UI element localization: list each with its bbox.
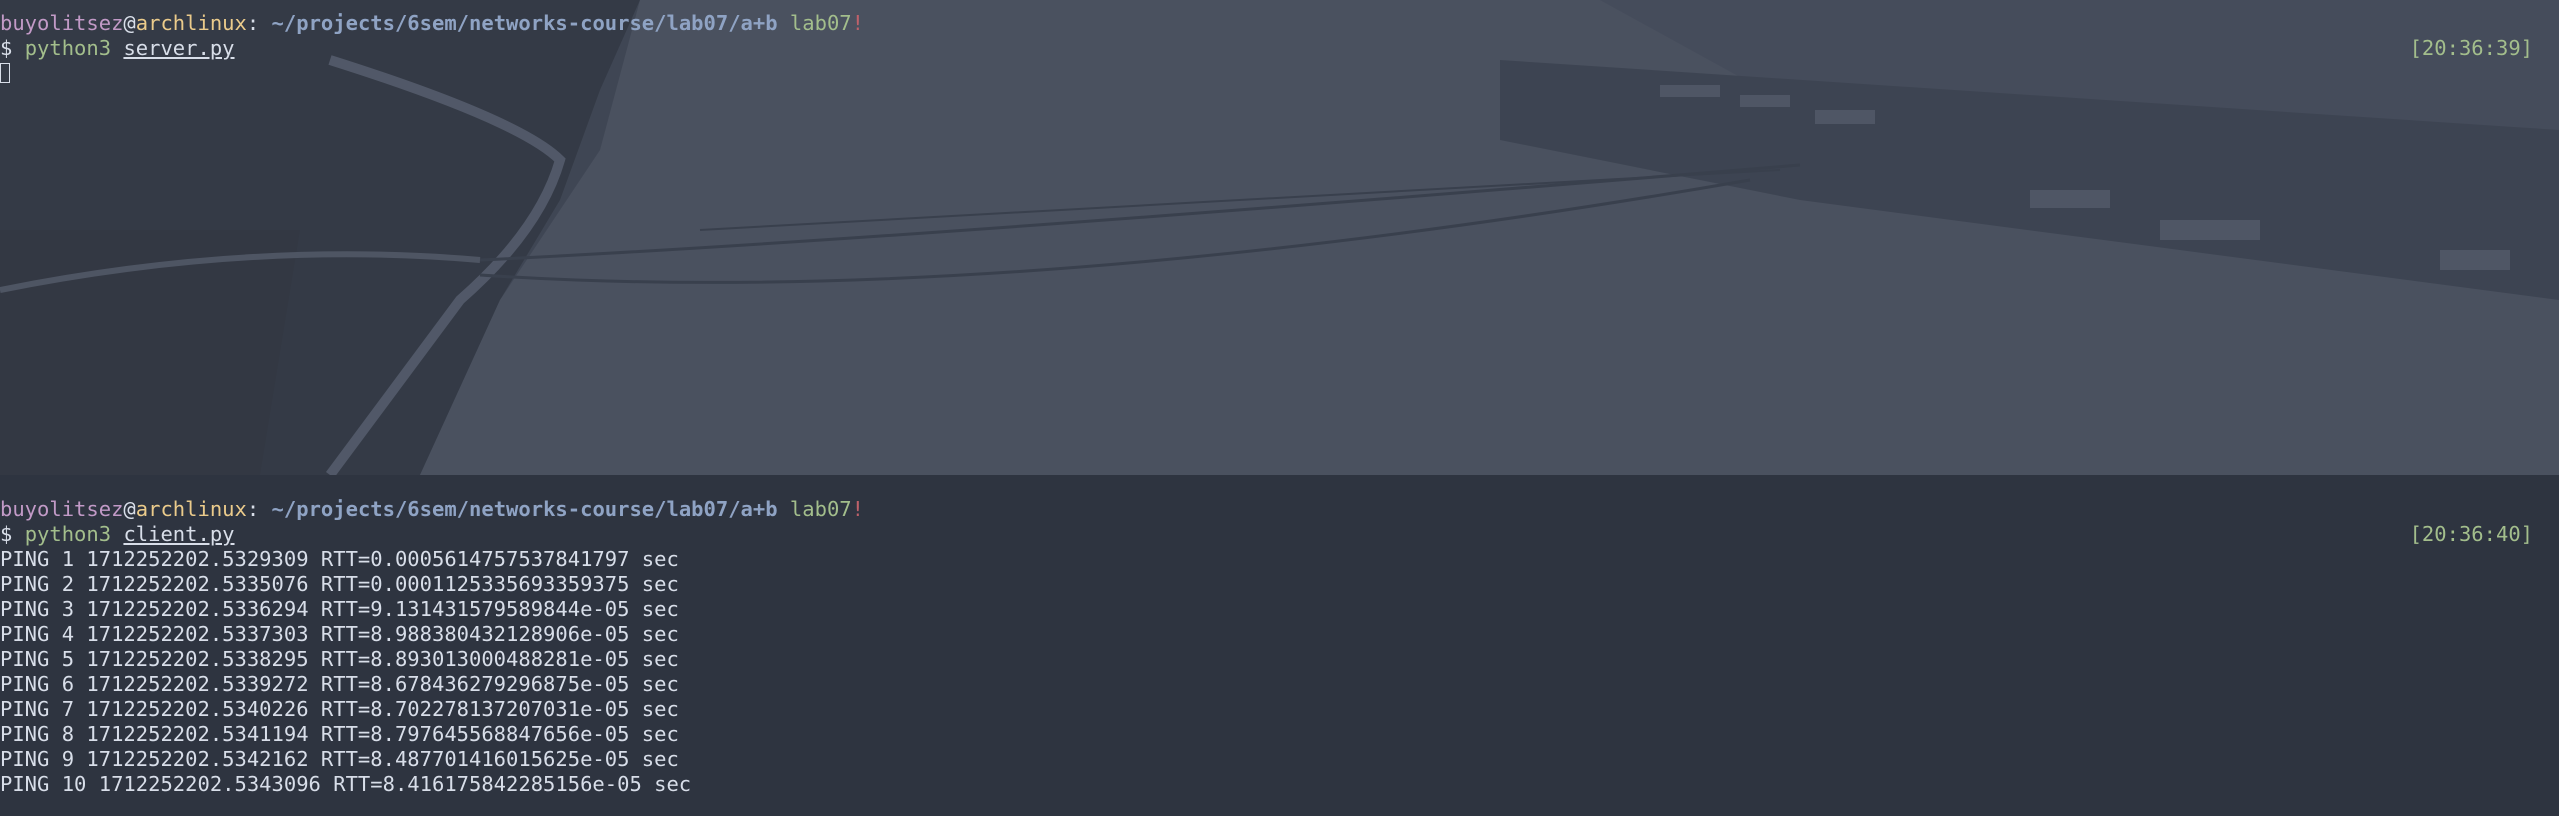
- prompt-dollar: $: [0, 522, 25, 546]
- command-space: [111, 36, 123, 60]
- prompt-user: buyolitsez: [0, 497, 124, 521]
- output-line: PING 10 1712252202.5343096 RTT=8.4161758…: [0, 772, 692, 796]
- output-line: PING 7 1712252202.5340226 RTT=8.70227813…: [0, 697, 679, 721]
- command-timestamp: [20:36:39]: [2409, 36, 2533, 60]
- command-program: python3: [24, 36, 112, 60]
- prompt-at: @: [123, 497, 136, 521]
- client-terminal-content: buyolitsez@archlinux: ~/projects/6sem/ne…: [0, 497, 2559, 797]
- prompt-line: buyolitsez@archlinux: ~/projects/6sem/ne…: [0, 497, 2559, 522]
- prompt-branch: lab07: [777, 11, 852, 35]
- output-line: PING 8 1712252202.5341194 RTT=8.79764556…: [0, 722, 679, 746]
- prompt-branch: lab07: [777, 497, 852, 521]
- prompt-host: archlinux: [135, 11, 247, 35]
- prompt-path: ~/projects/6sem/networks-course/lab07/a+…: [259, 497, 778, 521]
- output-line: PING 2 1712252202.5335076 RTT=0.00011253…: [0, 572, 679, 596]
- prompt-dirty-marker: !: [851, 11, 864, 35]
- prompt-dollar: $: [0, 36, 25, 60]
- terminal-cursor: [0, 63, 10, 83]
- client-terminal-pane[interactable]: buyolitsez@archlinux: ~/projects/6sem/ne…: [0, 475, 2559, 816]
- cursor-line: [0, 61, 2559, 86]
- prompt-line: buyolitsez@archlinux: ~/projects/6sem/ne…: [0, 11, 2559, 36]
- server-terminal-pane[interactable]: buyolitsez@archlinux: ~/projects/6sem/ne…: [0, 0, 2559, 475]
- output-line: PING 4 1712252202.5337303 RTT=8.98838043…: [0, 622, 679, 646]
- output-line: PING 3 1712252202.5336294 RTT=9.13143157…: [0, 597, 679, 621]
- prompt-at: @: [123, 11, 136, 35]
- prompt-dirty-marker: !: [851, 497, 864, 521]
- output-line: PING 6 1712252202.5339272 RTT=8.67843627…: [0, 672, 679, 696]
- prompt-colon: :: [246, 497, 260, 521]
- command-line: $ python3 server.py [20:36:39]: [0, 36, 2559, 61]
- command-argument[interactable]: server.py: [123, 36, 234, 60]
- command-space: [111, 522, 123, 546]
- prompt-colon: :: [246, 11, 260, 35]
- prompt-path: ~/projects/6sem/networks-course/lab07/a+…: [259, 11, 778, 35]
- output-line: PING 1 1712252202.5329309 RTT=0.00056147…: [0, 547, 679, 571]
- output-line: PING 5 1712252202.5338295 RTT=8.89301300…: [0, 647, 679, 671]
- prompt-host: archlinux: [135, 497, 247, 521]
- command-line: $ python3 client.py [20:36:40]: [0, 522, 2559, 547]
- command-program: python3: [24, 522, 112, 546]
- command-timestamp: [20:36:40]: [2409, 522, 2533, 546]
- prompt-user: buyolitsez: [0, 11, 124, 35]
- server-terminal-content: buyolitsez@archlinux: ~/projects/6sem/ne…: [0, 11, 2559, 86]
- output-line: PING 9 1712252202.5342162 RTT=8.48770141…: [0, 747, 679, 771]
- command-argument[interactable]: client.py: [123, 522, 234, 546]
